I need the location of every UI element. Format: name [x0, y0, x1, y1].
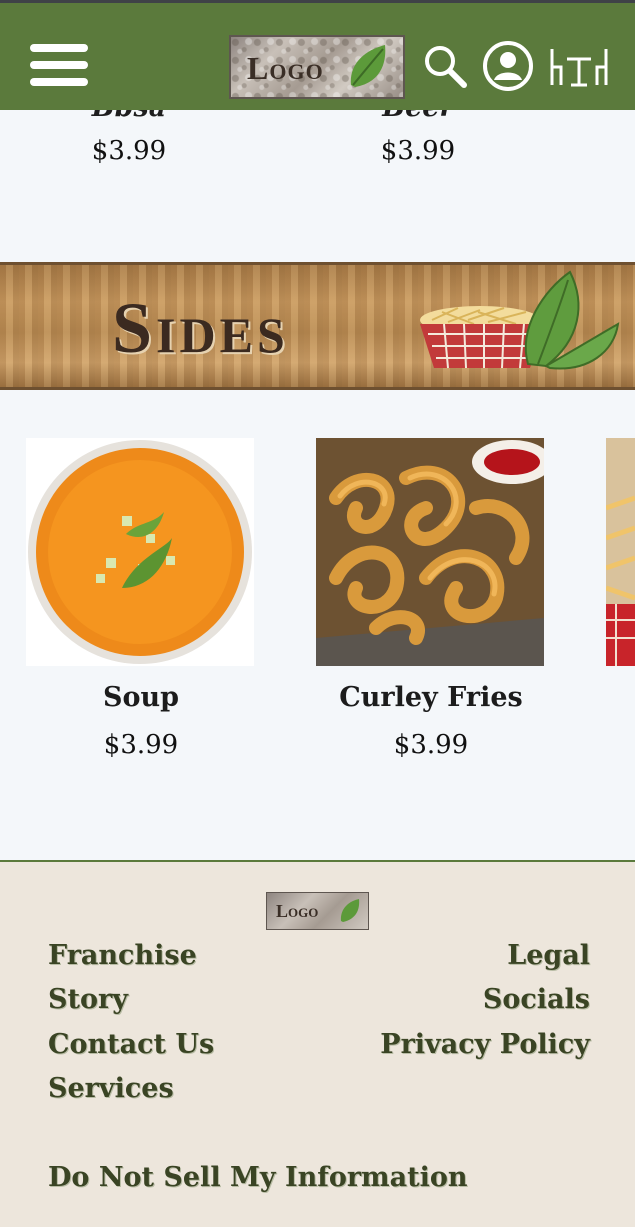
footer-logo[interactable]: Logo [266, 892, 369, 930]
menu-item-card[interactable]: Soup $3.99 [26, 438, 256, 760]
footer-link-contact-us[interactable]: Contact Us [48, 1029, 214, 1060]
footer-link-do-not-sell[interactable]: Do Not Sell My Information [48, 1162, 468, 1193]
previous-item-price: $3.99 [91, 136, 167, 166]
footer-link-story[interactable]: Story [48, 984, 128, 1015]
footer-link-socials[interactable]: Socials [483, 984, 590, 1015]
item-name: Curley Fries [339, 682, 523, 713]
table-icon[interactable] [547, 43, 611, 87]
leaf-icon [340, 899, 360, 922]
item-price: $3.99 [393, 730, 469, 760]
previous-item-price: $3.99 [380, 136, 456, 166]
menu-item-card-partial[interactable] [606, 438, 635, 666]
site-header: Logo [0, 3, 635, 110]
footer-link-legal[interactable]: Legal [507, 940, 590, 971]
item-name: Soup [102, 682, 180, 713]
site-footer: Logo Franchise Story Contact Us Services… [0, 860, 635, 1227]
fries-basket-image [606, 438, 635, 666]
curley-fries-image [316, 438, 544, 666]
footer-link-franchise[interactable]: Franchise [48, 940, 197, 971]
logo-text: Logo [247, 50, 324, 86]
footer-link-services[interactable]: Services [48, 1073, 174, 1104]
soup-image [26, 438, 254, 666]
item-price: $3.99 [103, 730, 179, 760]
fries-basket-icon [420, 270, 620, 370]
menu-button[interactable] [30, 44, 92, 92]
menu-icon [30, 44, 88, 52]
section-title: Sides [112, 288, 289, 368]
footer-logo-text: Logo [276, 901, 319, 921]
footer-link-privacy-policy[interactable]: Privacy Policy [380, 1029, 590, 1060]
site-logo[interactable]: Logo [229, 35, 405, 99]
menu-item-card[interactable]: Curley Fries $3.99 [316, 438, 546, 760]
user-icon[interactable] [481, 39, 535, 93]
leaf-icon [350, 45, 386, 87]
search-icon[interactable] [422, 43, 468, 89]
